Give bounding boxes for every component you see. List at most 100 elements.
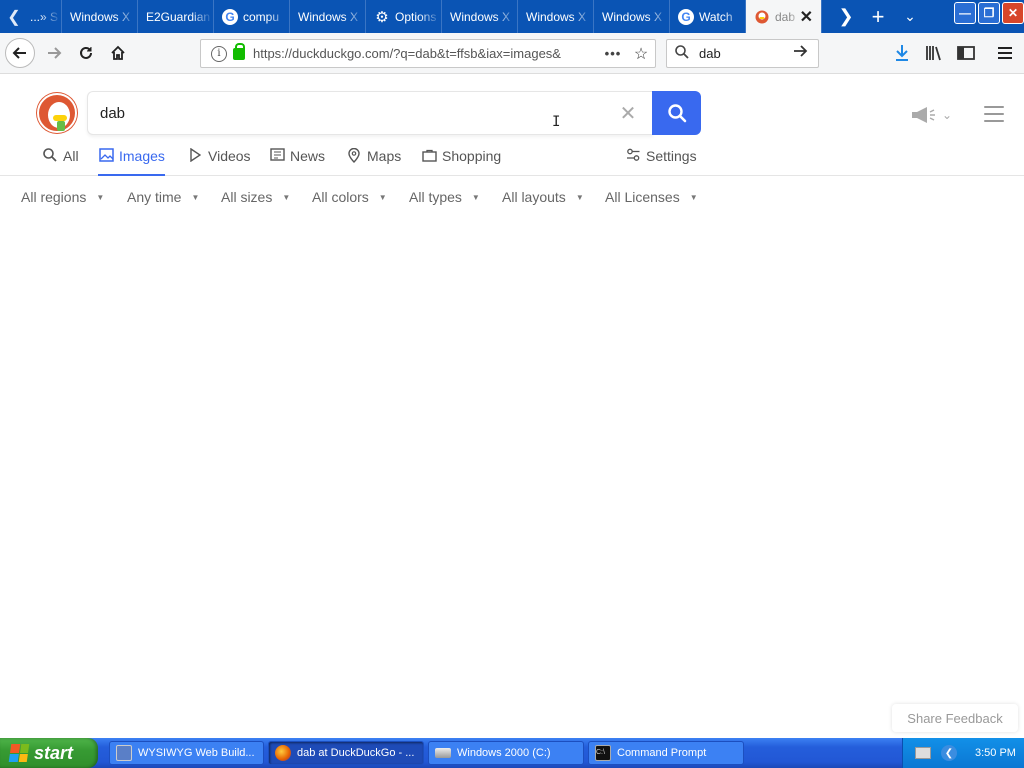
navigation-toolbar: i https://duckduckgo.com/?q=dab&t=ffsb&i… [0,33,1024,74]
caret-down-icon: ▼ [282,192,291,202]
page-actions-icon[interactable]: ••• [599,46,627,61]
filter-label: All types [409,189,462,205]
search-go-icon[interactable] [792,43,818,64]
gear-icon: ⚙ [375,8,389,26]
filter-type-dropdown[interactable]: All types ▼ [409,189,480,205]
filter-label: All regions [21,189,87,205]
chevron-down-icon: ⌄ [942,108,953,122]
filter-color-dropdown[interactable]: All colors ▼ [312,189,387,205]
tab-images[interactable]: Images [98,148,165,176]
tab-videos[interactable]: Videos [187,147,251,176]
taskbar-item-active[interactable]: dab at DuckDuckGo - ... [268,741,424,765]
minimize-button[interactable]: — [954,2,976,24]
taskbar-item[interactable]: WYSIWYG Web Build... [109,741,264,765]
browser-tab[interactable]: Windows X [62,0,138,33]
home-button[interactable] [104,39,132,67]
map-pin-icon [346,147,362,166]
browser-tab[interactable]: Windows X [290,0,366,33]
lock-icon[interactable] [233,42,245,60]
filter-label: Any time [127,189,182,205]
browser-tab[interactable]: Windows X [518,0,594,33]
announcements-button[interactable]: ⌄ [910,104,960,126]
scroll-tabs-right-button[interactable]: ❯ [830,6,862,27]
arrow-right-icon [48,47,62,59]
back-button[interactable] [5,38,35,68]
caret-down-icon: ▼ [575,192,584,202]
task-label: Command Prompt [617,747,707,759]
list-all-tabs-icon[interactable]: ⌄ [894,8,926,25]
tab-maps[interactable]: Maps [346,147,401,176]
megaphone-icon [912,107,935,123]
filter-label: All Licenses [605,189,680,205]
text-cursor-icon: I [552,114,561,130]
taskbar-item[interactable]: Windows 2000 (C:) [428,741,584,765]
filter-label: All sizes [221,189,273,205]
info-icon[interactable]: i [211,45,227,62]
ddg-search-tabs: All Images Videos News Maps Shopping Set… [0,144,1024,176]
web-builder-icon [116,745,132,761]
google-icon: G [222,8,238,25]
tab-all[interactable]: All [42,148,79,176]
start-button[interactable]: start [0,738,98,768]
windows-logo-icon [8,744,30,762]
browser-tab[interactable]: ...» S [28,0,62,33]
menu-icon[interactable] [992,41,1018,65]
browser-search-bar[interactable]: dab [666,39,819,68]
filter-size-dropdown[interactable]: All sizes ▼ [221,189,290,205]
browser-tab-active[interactable]: dab ✕ [746,0,822,33]
drive-icon [435,748,451,758]
share-feedback-button[interactable]: Share Feedback [892,704,1018,732]
browser-tab[interactable]: E2Guardian [138,0,214,33]
home-icon [111,45,125,60]
ddg-search-button[interactable] [652,91,701,135]
ddg-menu-icon[interactable] [984,104,1004,124]
forward-button[interactable] [40,39,68,67]
image-icon [98,148,114,165]
filter-layout-dropdown[interactable]: All layouts ▼ [502,189,584,205]
caret-down-icon: ▼ [191,192,200,202]
task-label: dab at DuckDuckGo - ... [297,747,415,759]
duckduckgo-icon [754,9,770,25]
search-bar-value[interactable]: dab [699,46,792,61]
url-text[interactable]: https://duckduckgo.com/?q=dab&t=ffsb&iax… [253,46,599,61]
close-window-button[interactable]: ✕ [1002,2,1024,24]
bookmark-star-icon[interactable]: ☆ [627,44,655,64]
browser-tab[interactable]: Windows X [442,0,518,33]
ddg-search-input[interactable]: dab ✕ I [87,91,653,135]
restore-button[interactable]: ❐ [978,2,1000,24]
tab-label: Images [119,148,165,164]
filter-license-dropdown[interactable]: All Licenses ▼ [605,189,698,205]
filter-time-dropdown[interactable]: Any time ▼ [127,189,199,205]
system-tray: ❮ 3:50 PM [902,738,1024,768]
tab-news[interactable]: News [269,148,325,176]
caret-down-icon: ▼ [378,192,387,202]
url-bar[interactable]: i https://duckduckgo.com/?q=dab&t=ffsb&i… [200,39,656,68]
reload-button[interactable] [72,39,100,67]
tab-label: Shopping [442,148,502,164]
filter-region-dropdown[interactable]: All regions ▼ [21,189,104,205]
browser-tab[interactable]: Windows X [594,0,670,33]
search-query[interactable]: dab [88,105,603,122]
downloads-icon[interactable] [889,41,915,65]
new-tab-icon[interactable]: + [862,4,894,30]
show-hidden-icons-button[interactable]: ❮ [941,745,957,761]
tab-label: News [290,148,326,164]
keyboard-icon[interactable] [915,747,931,759]
browser-tab[interactable]: G compu [214,0,290,33]
clear-search-icon[interactable]: ✕ [603,101,653,126]
duckduckgo-logo[interactable] [37,93,77,133]
settings-button[interactable]: Settings [625,148,697,176]
browser-tab[interactable]: G Watch [670,0,746,33]
tab-label: Videos [208,148,251,164]
image-filters-bar: All regions ▼ Any time ▼ All sizes ▼ All co… [0,186,1024,210]
scroll-tabs-left-button[interactable]: ❮ [0,0,28,33]
reload-icon [80,46,92,59]
tab-label: All [63,148,79,164]
tab-shopping[interactable]: Shopping [421,148,501,176]
clock[interactable]: 3:50 PM [975,747,1016,759]
sidebar-icon[interactable] [953,41,979,65]
library-icon[interactable] [921,41,947,65]
browser-tab[interactable]: ⚙ Options [366,0,442,33]
close-tab-icon[interactable]: ✕ [800,7,813,27]
taskbar-item[interactable]: C:\ Command Prompt [588,741,744,765]
